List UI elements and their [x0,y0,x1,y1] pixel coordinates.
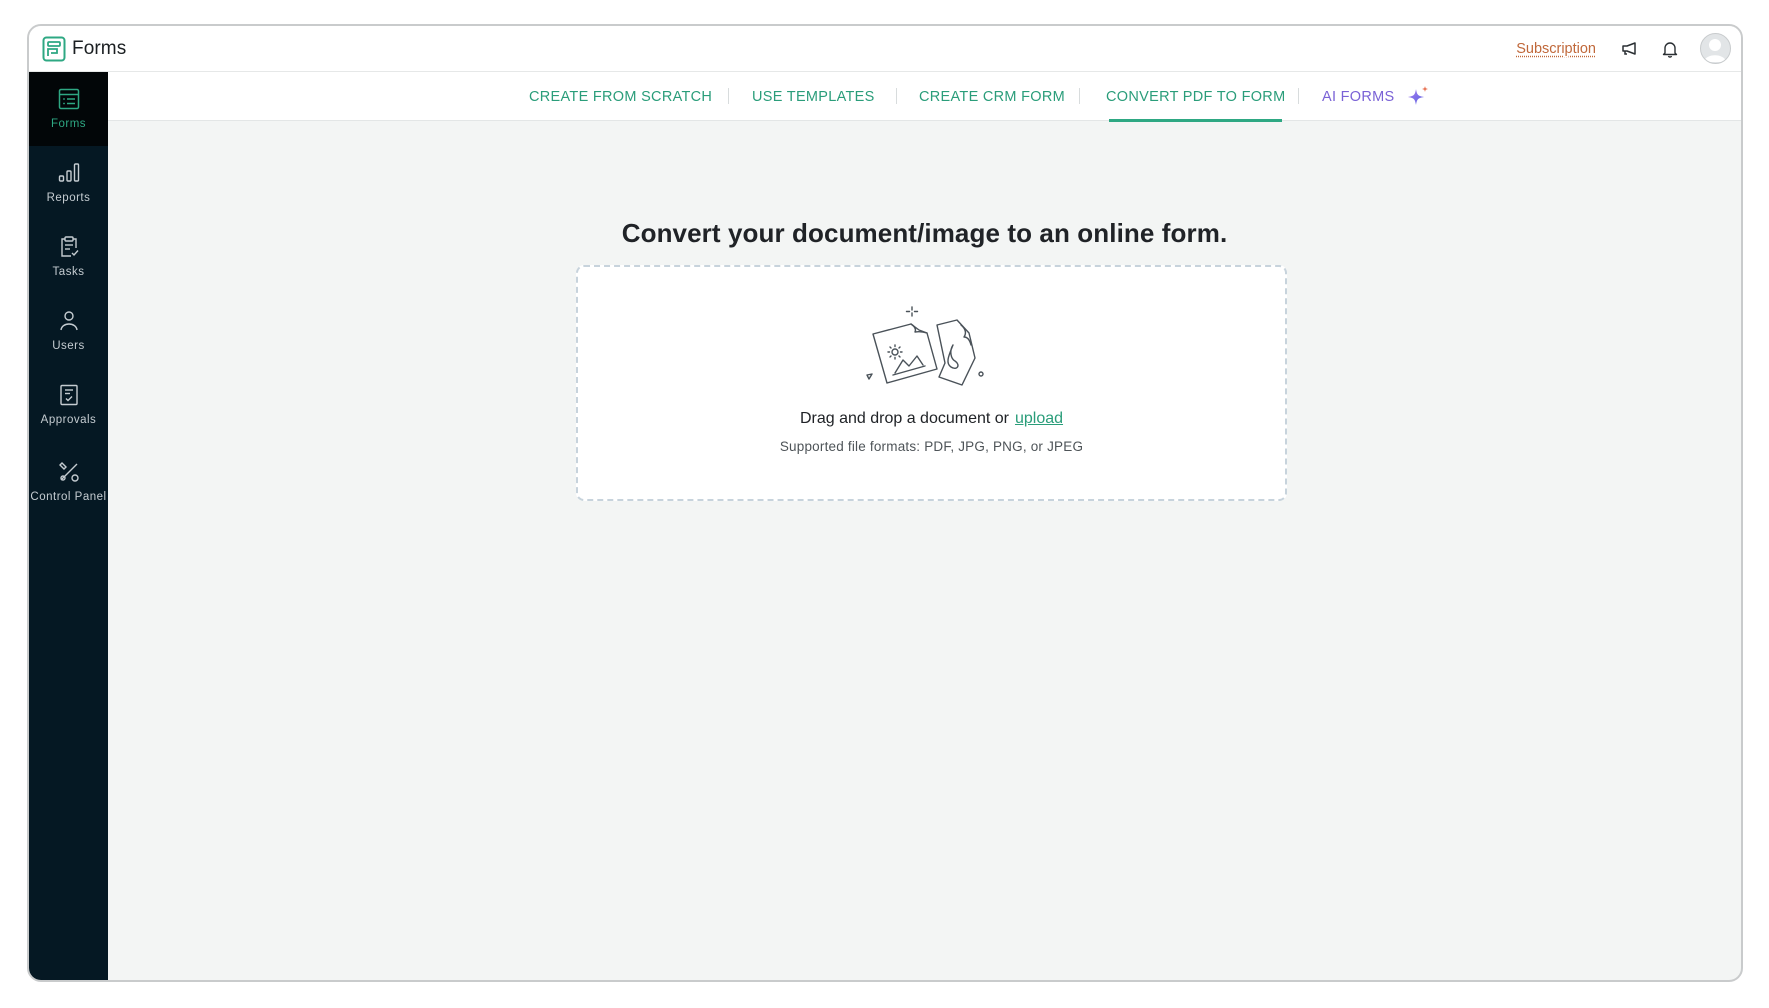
dropzone-prompt: Drag and drop a document or upload [578,410,1285,428]
app-window: Forms Subscription Forms Reports Tasks U… [27,24,1743,982]
create-form-tabs: CREATE FROM SCRATCH USE TEMPLATES CREATE… [108,72,1741,122]
tools-icon [58,462,79,482]
megaphone-icon[interactable] [1620,39,1640,59]
sidebar-item-label: Forms [50,118,87,130]
tab-create-from-scratch[interactable]: CREATE FROM SCRATCH [529,72,712,121]
top-header: Forms Subscription [29,26,1741,72]
sidebar-item-control-panel[interactable]: Control Panel [29,442,108,522]
tab-convert-pdf-to-form[interactable]: CONVERT PDF TO FORM [1106,72,1285,122]
sidebar-item-tasks[interactable]: Tasks [29,220,108,294]
app-title: Forms [72,37,127,59]
tab-divider [728,88,729,104]
dropzone-prompt-text: Drag and drop a document or [799,410,1009,427]
header-actions: Subscription [1516,33,1731,64]
bell-icon[interactable] [1660,39,1680,59]
user-avatar-icon[interactable] [1700,33,1731,64]
bar-chart-icon [58,163,79,182]
sidebar-item-forms[interactable]: Forms [29,72,108,146]
sparkle-icon [1407,85,1428,105]
tab-ai-forms-label: AI FORMS [1322,88,1395,105]
clipboard-check-icon [60,236,79,257]
approval-document-icon [59,384,78,406]
tab-divider [1298,88,1299,104]
main-content: Convert your document/image to an online… [108,122,1741,980]
subscription-link[interactable]: Subscription [1516,41,1596,57]
tab-ai-forms[interactable]: AI FORMS [1322,72,1431,121]
page-title: Convert your document/image to an online… [621,218,1228,248]
sidebar-item-approvals[interactable]: Approvals [29,368,108,442]
file-dropzone[interactable]: Drag and drop a document or upload Suppor… [576,265,1287,501]
sidebar-item-label: Tasks [52,266,85,278]
tab-divider [1079,88,1080,104]
sidebar: Forms Reports Tasks Users Approvals Cont… [29,72,108,980]
documents-upload-illustration [866,306,984,386]
forms-list-icon [58,88,79,110]
sidebar-item-reports[interactable]: Reports [29,146,108,220]
tab-divider [896,88,897,104]
brand[interactable]: Forms [42,36,126,62]
user-icon [59,311,78,331]
sidebar-item-label: Reports [46,192,91,204]
forms-logo-icon [42,36,66,61]
sidebar-item-label: Approvals [40,414,97,426]
sidebar-item-users[interactable]: Users [29,294,108,368]
sidebar-item-label: Users [52,340,85,352]
tab-create-crm-form[interactable]: CREATE CRM FORM [919,72,1065,121]
supported-formats-text: Supported file formats: PDF, JPG, PNG, o… [779,439,1084,454]
sidebar-item-label: Control Panel [30,491,107,503]
upload-link[interactable]: upload [1015,410,1063,427]
tab-use-templates[interactable]: USE TEMPLATES [752,72,875,121]
